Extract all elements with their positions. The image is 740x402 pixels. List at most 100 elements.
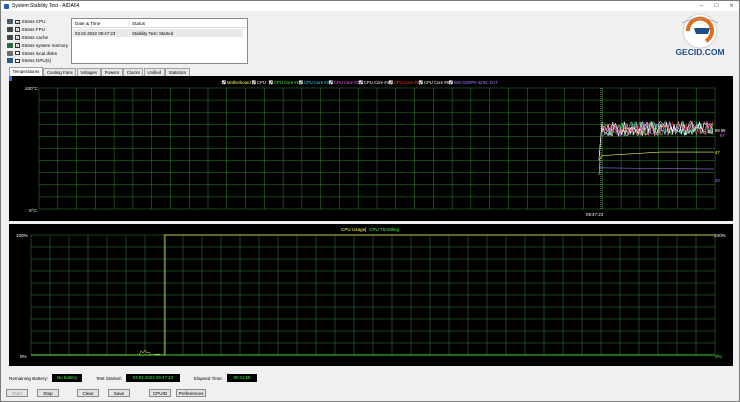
status-log[interactable]: Date & Time Status 03.02.2022 09:47:23 S… [71, 18, 248, 64]
cpu-usage-legend: CPU Usage [341, 227, 366, 232]
status-header: Date & Time Status [72, 19, 247, 28]
option-stress-disks[interactable]: Stress local disks [7, 49, 69, 57]
temperature-graph: Motherboard CPU CPU Core #1 CPU Core #2 CPU … [9, 76, 726, 217]
status-row-datetime: 03.02.2022 09:47:23 [75, 30, 116, 36]
legend-separator: | [365, 227, 366, 232]
scroll-marker [9, 76, 12, 81]
tab-clocks[interactable]: Clocks [123, 68, 144, 76]
stress-fpu-checkbox[interactable]: ✓ [15, 27, 20, 32]
legend-item[interactable]: CPU Core #4 [358, 80, 390, 85]
temp-right-value-3: 47 [715, 150, 720, 155]
temperature-series [598, 120, 715, 176]
legend-item[interactable]: WD-S3DPR-3ZSC-D1T [448, 80, 498, 85]
cpuid-button[interactable]: CPUID [149, 389, 171, 397]
usage-grid [30, 234, 716, 356]
tab-cooling-fans[interactable]: Cooling Fans [43, 68, 77, 76]
stress-gpu-checkbox[interactable] [15, 58, 20, 64]
cache-icon [7, 34, 13, 40]
legend-item[interactable]: CPU Core #2 [298, 80, 330, 85]
stress-cpu-checkbox[interactable]: ✓ [15, 19, 20, 25]
temperature-grid [38, 87, 716, 210]
legend-label: CPU Core #1 [274, 80, 300, 85]
usage-y-top-right-label: 100% [714, 233, 726, 238]
legend-label: CPU Core #4 [364, 80, 390, 85]
aida64-app-icon [4, 3, 9, 9]
legend-item[interactable]: Motherboard [221, 80, 251, 85]
cpu-icon [7, 19, 13, 25]
gpu-icon [7, 58, 13, 64]
temp-right-value-2: 67 [720, 133, 725, 138]
legend-item[interactable]: CPU [251, 80, 266, 85]
tab-temperatures[interactable]: Temperatures [9, 67, 43, 76]
option-stress-cpu[interactable]: ✓ Stress CPU [7, 18, 69, 26]
usage-y-bottom-right-label: 0% [715, 354, 722, 359]
status-row-status: Stability Test: Started [132, 30, 174, 36]
battery-label: Remaining Battery: [9, 375, 49, 381]
usage-y-bottom-label: 0% [20, 354, 27, 359]
status-row[interactable]: 03.02.2022 09:47:23 Stability Test: Star… [73, 29, 243, 37]
legend-label: CPU Core #3 [334, 80, 360, 85]
option-stress-gpu[interactable]: Stress GPU(s) [7, 57, 69, 65]
legend-label: CPU Core #2 [304, 80, 330, 85]
elapsed-time-label: Elapsed Time: [193, 375, 223, 381]
stress-memory-checkbox[interactable]: ✓ [15, 43, 20, 48]
stress-cache-label: Stress cache [21, 34, 49, 40]
legend-item[interactable]: CPU Core #5 [388, 80, 420, 85]
test-started-value: 03.02.2022 09:47:23 [125, 374, 180, 382]
tab-unified[interactable]: Unified [143, 68, 165, 76]
test-info-bar: Remaining Battery: No battery Test Start… [9, 372, 733, 384]
stress-gpu-label: Stress GPU(s) [21, 58, 52, 64]
close-icon[interactable]: ✕ [724, 1, 739, 11]
option-stress-memory[interactable]: ✓ Stress system memory [7, 41, 69, 49]
legend-item[interactable]: CPU Core #3 [328, 80, 360, 85]
logo-text: GECID.COM [675, 47, 724, 57]
stress-cache-checkbox[interactable]: ✓ [15, 35, 20, 40]
memory-icon [7, 42, 13, 48]
option-stress-cache[interactable]: ✓ Stress cache [7, 34, 69, 42]
battery-value: No battery [52, 374, 83, 382]
legend-label: CPU Core #5 [394, 80, 420, 85]
minimize-icon[interactable]: ─ [694, 1, 709, 11]
tab-powers[interactable]: Powers [101, 68, 123, 76]
drive-temp-line [598, 167, 715, 170]
motherboard-temp-line [598, 151, 714, 161]
maximize-icon[interactable]: ☐ [709, 1, 724, 11]
datetime-column-header[interactable]: Date & Time [72, 20, 130, 26]
cpu-throttling-legend: CPU Throttling [369, 227, 399, 232]
temp-right-value-4: 33 [715, 178, 720, 183]
tab-voltages[interactable]: Voltages [76, 68, 101, 76]
temperature-graph-panel: Motherboard CPU CPU Core #1 CPU Core #2 CPU … [9, 76, 733, 221]
test-started-label: Test Started: [96, 375, 122, 381]
stress-memory-label: Stress system memory [21, 42, 69, 48]
stress-fpu-label: Stress FPU [21, 27, 45, 33]
preferences-button[interactable]: Preferences [176, 389, 206, 397]
tab-statistics[interactable]: Statistics [165, 68, 190, 76]
stress-disks-checkbox[interactable] [15, 50, 20, 56]
legend-label: WD-S3DPR-3ZSC-D1T [454, 80, 498, 85]
start-button[interactable]: Start [6, 389, 28, 397]
fpu-icon [7, 27, 13, 33]
sensor-tabs: Temperatures Cooling Fans Voltages Power… [9, 67, 190, 76]
save-button[interactable]: Save [108, 389, 130, 397]
cpu-usage-noise [138, 349, 162, 356]
stress-cpu-label: Stress CPU [21, 19, 46, 25]
button-bar: Start Stop Clear Save CPUID Preferences [1, 389, 740, 401]
stress-disks-label: Stress local disks [21, 50, 58, 56]
status-column-header[interactable]: Status [130, 21, 145, 26]
clear-button[interactable]: Clear [77, 389, 99, 397]
gecid-logo: GECID.COM [675, 13, 725, 57]
legend-label: Motherboard [227, 80, 251, 85]
option-stress-fpu[interactable]: ✓ Stress FPU [7, 26, 69, 34]
legend-item[interactable]: CPU Core #1 [268, 80, 300, 85]
temp-y-top-label: 100°C [25, 86, 39, 91]
window-controls: ─ ☐ ✕ [694, 1, 739, 11]
temperature-legend: Motherboard CPU CPU Core #1 CPU Core #2 CPU … [221, 80, 498, 85]
stop-button[interactable]: Stop [37, 389, 59, 397]
elapsed-time-value: 00:11:59 [226, 374, 257, 382]
title-bar: System Stability Test - AIDA64 ─ ☐ ✕ [1, 1, 739, 11]
legend-item[interactable]: CPU Core #6 [418, 80, 450, 85]
aida64-stability-window: System Stability Test - AIDA64 ─ ☐ ✕ ✓ S… [0, 0, 740, 402]
cpu-usage-graph: CPU Usage | CPU Throttling 100% 0% 100% … [16, 227, 726, 359]
cpu-usage-graph-panel: CPU Usage | CPU Throttling 100% 0% 100% … [9, 224, 733, 366]
stress-options: ✓ Stress CPU ✓ Stress FPU ✓ Stress cache… [7, 18, 69, 65]
